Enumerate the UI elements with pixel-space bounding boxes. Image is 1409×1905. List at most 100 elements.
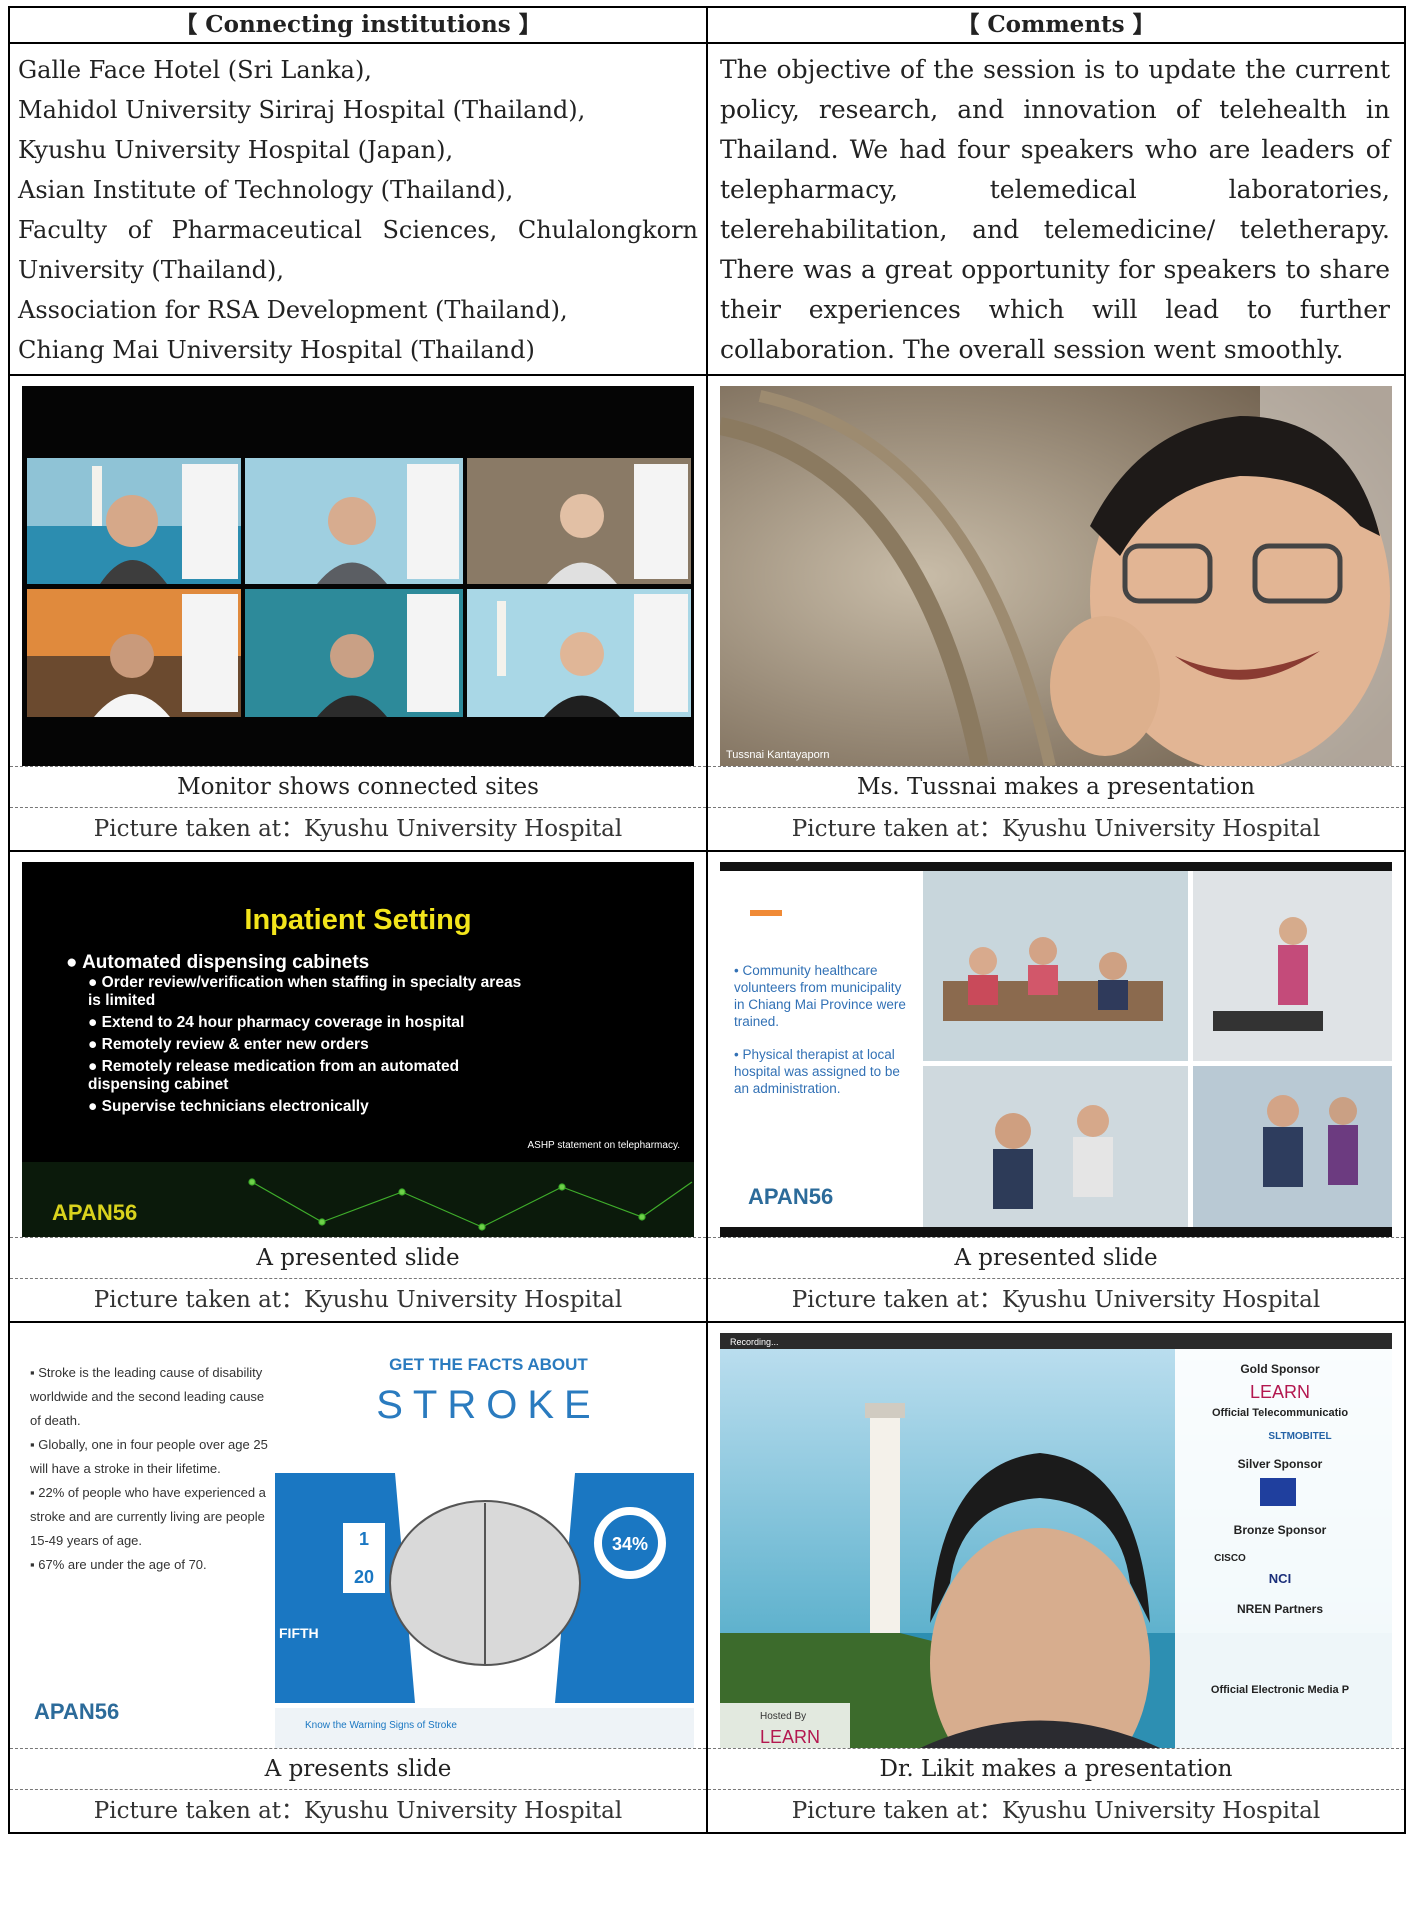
photo-frame: Inpatient Setting ● Automated dispensing… <box>10 852 706 1237</box>
slide-subbullet-text: Supervise technicians electronically <box>101 1098 369 1115</box>
slide-bullet: ● Automated dispensing cabinets <box>66 952 370 973</box>
institutions-cell: Galle Face Hotel (Sri Lanka), Mahidol Un… <box>8 42 708 376</box>
header-connecting-institutions: 【 Connecting institutions 】 <box>8 6 708 44</box>
stroke-warning: Know the Warning Signs of Stroke <box>305 1720 457 1731</box>
photo-cell: Inpatient Setting ● Automated dispensing… <box>8 850 708 1323</box>
photo-cell: Tussnai Kantayaporn Ms. Tussnai makes a … <box>706 374 1406 852</box>
stroke-slide-photo: ▪ Stroke is the leading cause of disabil… <box>22 1333 694 1748</box>
slide-subbullet: ● Remotely release medication from an au… <box>88 1058 460 1093</box>
slide-bottom-bar <box>720 1227 1392 1237</box>
stroke-bullet: ▪ 22% of people who have experienced a s… <box>30 1485 266 1548</box>
photo-frame <box>10 376 706 766</box>
slide-source: ASHP statement on telepharmacy. <box>527 1140 681 1151</box>
institution-line: Galle Face Hotel (Sri Lanka), <box>18 56 372 84</box>
slide-subbullet: ● Order review/verification when staffin… <box>88 974 522 1009</box>
photo-caption: A presented slide <box>10 1237 706 1279</box>
presenter-tussnai-image: Tussnai Kantayaporn <box>720 386 1392 766</box>
photo-location: Picture taken at：Kyushu University Hospi… <box>791 1287 1321 1313</box>
comments-cell: The objective of the session is to updat… <box>706 42 1406 376</box>
photo-location: Picture taken at：Kyushu University Hospi… <box>93 816 623 842</box>
hosted-learn-logo: LEARN <box>760 1727 820 1747</box>
photo-caption: Ms. Tussnai makes a presentation <box>708 766 1404 808</box>
sponsor-bronze-label: Bronze Sponsor <box>1234 1523 1327 1537</box>
training-photos-collage <box>923 871 1392 1236</box>
stroke-fifth: FIFTH <box>279 1625 319 1641</box>
presenter-photo: Tussnai Kantayaporn <box>720 386 1392 766</box>
stroke-stat-fraction-top: 1 <box>359 1529 369 1549</box>
header-comments: 【 Comments 】 <box>706 6 1406 44</box>
photo-caption: A presented slide <box>708 1237 1404 1279</box>
slide-subbullet: ● Supervise technicians electronically <box>88 1098 369 1115</box>
stroke-bullet-text: Stroke is the leading cause of disabilit… <box>30 1365 265 1428</box>
stroke-bullets: ▪ Stroke is the leading cause of disabil… <box>30 1361 270 1577</box>
institution-line: Chiang Mai University Hospital (Thailand… <box>18 336 535 364</box>
slide-top-bar <box>720 862 1392 871</box>
apan-logo: APAN56 <box>34 1699 120 1724</box>
report-table: 【 Connecting institutions 】 【 Comments 】… <box>8 6 1406 1834</box>
photo-caption: A presents slide <box>10 1748 706 1790</box>
photo-cell: Recording... Gold Sponsor LEARN Official… <box>706 1321 1406 1834</box>
slide-bullet-text: Community healthcare volunteers from mun… <box>734 963 906 1029</box>
institution-line: Faculty of Pharmaceutical Sciences, Chul… <box>18 216 698 284</box>
slide-subbullet-text: Order review/verification when staffing … <box>88 974 522 1009</box>
slide-footer-network-graphic: APAN56 <box>22 1162 694 1237</box>
slide-subbullet-text: Remotely review & enter new orders <box>101 1036 369 1053</box>
sponsor-cisco-logo: CISCO <box>1214 1553 1246 1564</box>
report-table-wrapper: 【 Connecting institutions 】 【 Comments 】… <box>8 6 1406 1834</box>
stroke-stat-percent: 34% <box>612 1534 648 1554</box>
slide-bullet: • Community healthcare volunteers from m… <box>734 963 906 1029</box>
sponsor-gold-label: Gold Sponsor <box>1240 1362 1320 1376</box>
hosted-by-label: Hosted By <box>760 1711 806 1722</box>
photo-frame: • Community healthcare volunteers from m… <box>708 852 1404 1237</box>
photo-caption: Monitor shows connected sites <box>10 766 706 808</box>
photo-location: Picture taken at：Kyushu University Hospi… <box>93 1287 623 1313</box>
sponsor-nci-logo: NCI <box>1269 1571 1291 1586</box>
photo-frame: Tussnai Kantayaporn <box>708 376 1404 766</box>
photo-cell: Monitor shows connected sites Picture ta… <box>8 374 708 852</box>
stroke-big-title: STROKE <box>376 1383 601 1427</box>
slide-title: Inpatient Setting <box>244 904 472 936</box>
institution-line: Association for RSA Development (Thailan… <box>18 296 568 324</box>
photo-cell: ▪ Stroke is the leading cause of disabil… <box>8 1321 708 1834</box>
slide-bullet-text: Automated dispensing cabinets <box>82 952 370 973</box>
sponsor-media-label: Official Electronic Media P <box>1211 1684 1349 1696</box>
photo-caption: Dr. Likit makes a presentation <box>708 1748 1404 1790</box>
slide-subbullet-text: Remotely release medication from an auto… <box>88 1058 460 1093</box>
slide-subbullet: ● Remotely review & enter new orders <box>88 1036 369 1053</box>
photo-location: Picture taken at：Kyushu University Hospi… <box>791 1798 1321 1824</box>
stroke-bullet: ▪ Globally, one in four people over age … <box>30 1437 268 1476</box>
video-grid-photo <box>22 386 694 766</box>
photo-frame: ▪ Stroke is the leading cause of disabil… <box>10 1323 706 1748</box>
recording-indicator[interactable]: Recording... <box>730 1337 779 1347</box>
stroke-bullet-text: 67% are under the age of 70. <box>38 1557 207 1572</box>
slide-bullet-text: Physical therapist at local hospital was… <box>734 1047 900 1096</box>
sponsor-nren-label: NREN Partners <box>1237 1602 1323 1616</box>
stroke-infographic: 34% 1 20 FIFTH Know the Warning Signs of… <box>275 1473 694 1748</box>
video-conference-grid-image <box>22 386 694 766</box>
institution-line: Kyushu University Hospital (Japan), <box>18 136 454 164</box>
photo-frame: Recording... Gold Sponsor LEARN Official… <box>708 1323 1404 1748</box>
sponsor-learn-logo: LEARN <box>1250 1382 1310 1402</box>
sponsor-silver-label: Silver Sponsor <box>1238 1457 1323 1471</box>
slide-bullet: • Physical therapist at local hospital w… <box>734 1047 900 1096</box>
stroke-bullet-text: Globally, one in four people over age 25… <box>30 1437 268 1476</box>
slide-subbullets: ● Order review/verification when staffin… <box>88 974 528 1116</box>
presenter-photo: Recording... Gold Sponsor LEARN Official… <box>720 1333 1392 1748</box>
institution-line: Mahidol University Siriraj Hospital (Tha… <box>18 96 586 124</box>
slide-photo: • Community healthcare volunteers from m… <box>720 862 1392 1237</box>
stroke-bullet: ▪ Stroke is the leading cause of disabil… <box>30 1365 265 1428</box>
sponsor-slt-logo: SLTMOBITEL <box>1268 1431 1331 1442</box>
slide-subbullet: ● Extend to 24 hour pharmacy coverage in… <box>88 1014 465 1031</box>
stroke-heading: GET THE FACTS ABOUT <box>389 1355 588 1374</box>
stroke-bullet: ▪ 67% are under the age of 70. <box>30 1557 207 1572</box>
presenter-name-tag: Tussnai Kantayaporn <box>726 749 830 761</box>
stroke-stat-fraction-bottom: 20 <box>354 1567 374 1587</box>
sponsor-telecom-label: Official Telecommunicatio <box>1212 1407 1348 1419</box>
slide-accent-bar <box>750 910 782 916</box>
slide-photo: Inpatient Setting ● Automated dispensing… <box>22 862 694 1237</box>
slide-subbullet-text: Extend to 24 hour pharmacy coverage in h… <box>101 1014 465 1031</box>
photo-location: Picture taken at：Kyushu University Hospi… <box>791 816 1321 842</box>
photo-location: Picture taken at：Kyushu University Hospi… <box>93 1798 623 1824</box>
slide-bullets: • Community healthcare volunteers from m… <box>734 962 914 1097</box>
photo-cell: • Community healthcare volunteers from m… <box>706 850 1406 1323</box>
